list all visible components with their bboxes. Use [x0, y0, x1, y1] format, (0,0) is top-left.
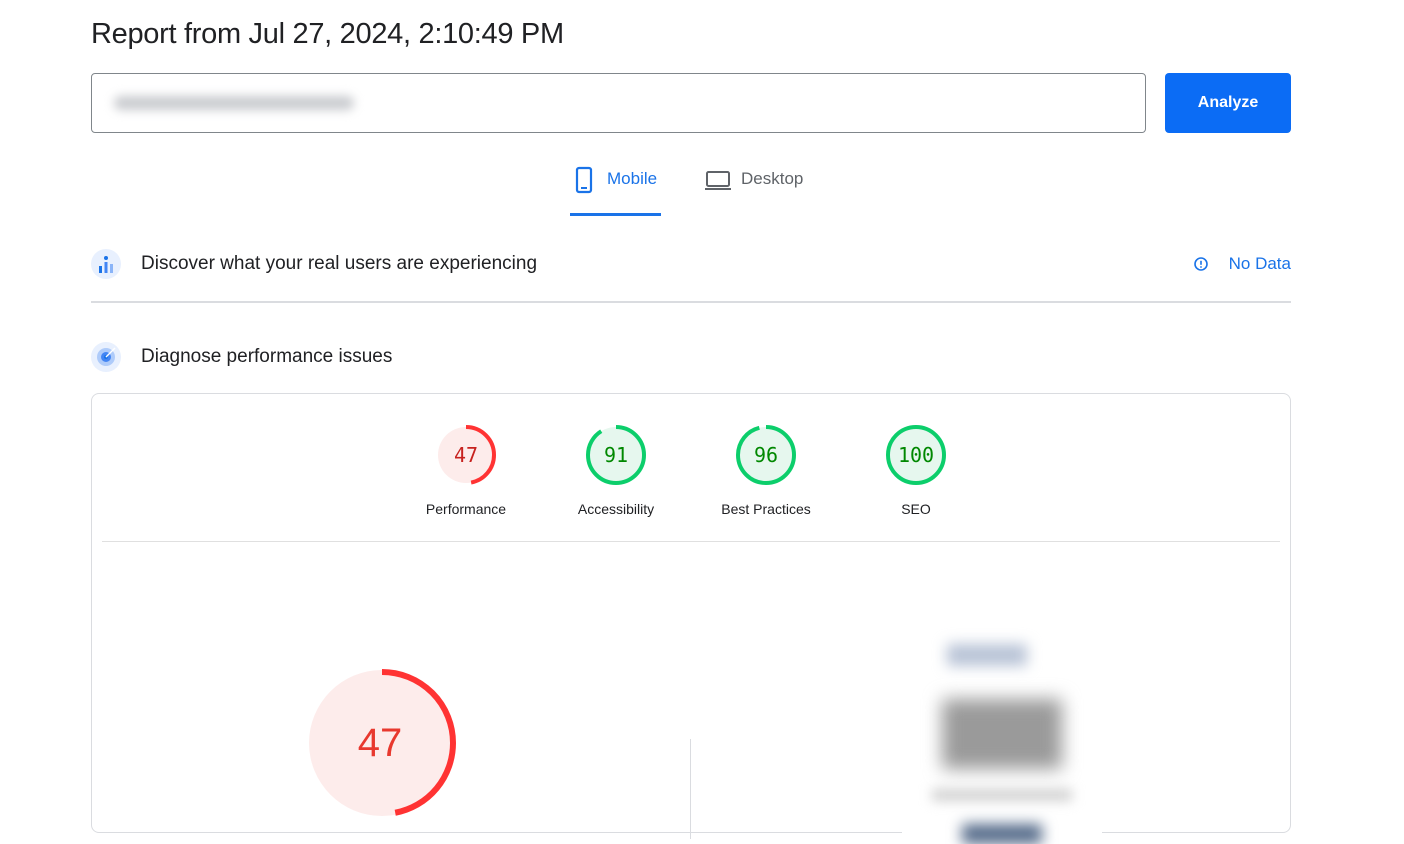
gauge-best-practices-score: 96 — [754, 443, 778, 467]
gauge-seo-score: 100 — [898, 443, 934, 467]
gauge-accessibility[interactable]: 91 Accessibility — [546, 424, 686, 518]
gauge-performance[interactable]: 47 Performance — [396, 424, 536, 518]
vertical-divider — [690, 739, 691, 839]
laptop-icon — [705, 171, 731, 190]
real-users-section: Discover what your real users are experi… — [91, 248, 1291, 280]
screenshot-blur-image — [942, 699, 1062, 769]
section-divider — [91, 301, 1291, 303]
report-card: 47 Performance 91 Accessibility 96 Best … — [91, 393, 1291, 844]
gauge-performance-ring: 47 — [436, 425, 496, 485]
gauge-seo-label: SEO — [901, 501, 931, 517]
gauge-best-practices[interactable]: 96 Best Practices — [696, 424, 836, 518]
gauge-seo[interactable]: 100 SEO — [846, 424, 986, 518]
screenshot-blur-button — [962, 824, 1042, 844]
diagnose-section: Diagnose performance issues — [91, 341, 1291, 373]
real-users-title: Discover what your real users are experi… — [141, 253, 538, 274]
gauge-accessibility-label: Accessibility — [577, 501, 655, 517]
lighthouse-target-icon — [91, 342, 121, 372]
gauge-seo-ring: 100 — [886, 425, 946, 485]
performance-big-gauge: 47 — [308, 669, 456, 817]
gauge-best-practices-label: Best Practices — [721, 501, 811, 517]
url-input[interactable] — [91, 73, 1146, 133]
tab-desktop[interactable]: Desktop — [704, 166, 824, 216]
analyze-button[interactable]: Analyze — [1165, 73, 1291, 133]
tab-mobile[interactable]: Mobile — [570, 166, 661, 216]
gauge-best-practices-ring: 96 — [736, 425, 796, 485]
gauge-accessibility-ring: 91 — [586, 425, 646, 485]
gauge-accessibility-score: 91 — [604, 443, 628, 467]
info-icon — [1193, 257, 1208, 271]
report-title: Report from Jul 27, 2024, 2:10:49 PM — [91, 18, 564, 50]
screenshot-blur-logo — [947, 644, 1027, 666]
phone-icon — [575, 166, 593, 194]
tab-mobile-label: Mobile — [607, 169, 658, 188]
performance-big-score: 47 — [358, 721, 403, 765]
page-screenshot-thumbnail — [902, 619, 1102, 844]
no-data-link[interactable]: No Data — [1193, 248, 1291, 280]
gauge-performance-label: Performance — [425, 501, 507, 517]
crux-chart-icon — [91, 249, 121, 279]
screenshot-blur-text — [932, 789, 1072, 801]
tab-desktop-label: Desktop — [741, 169, 804, 188]
diagnose-title: Diagnose performance issues — [141, 346, 393, 367]
no-data-label: No Data — [1228, 254, 1291, 273]
card-divider — [102, 541, 1280, 542]
url-input-value-redacted — [114, 96, 354, 110]
gauge-performance-score: 47 — [454, 443, 478, 467]
